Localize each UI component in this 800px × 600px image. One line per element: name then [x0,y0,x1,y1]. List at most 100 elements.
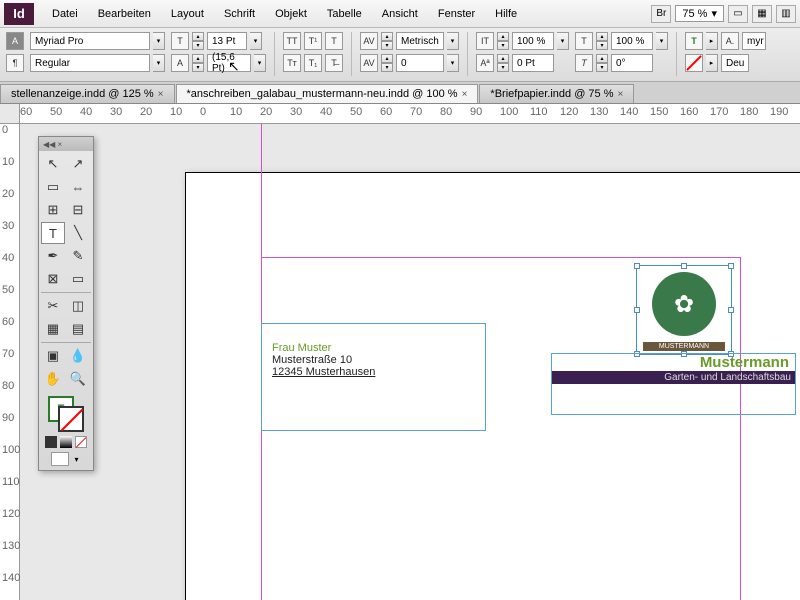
apply-color-icon[interactable] [45,436,57,448]
kerning-value[interactable]: Metrisch [396,32,444,50]
free-transform-tool[interactable]: ◫ [66,295,90,317]
no-fill-icon[interactable] [685,54,703,72]
gradient-swatch-tool[interactable]: ▦ [41,318,65,340]
scissors-tool[interactable]: ✂ [41,295,65,317]
style-search[interactable]: myr [742,32,766,50]
fill-stroke-swatch[interactable]: T [48,396,84,432]
menu-fenster[interactable]: Fenster [428,4,485,24]
skew-value[interactable]: 0° [611,54,653,72]
rectangle-tool[interactable]: ▭ [66,268,90,290]
direct-selection-tool[interactable]: ↗ [66,153,90,175]
vscale-value[interactable]: 100 % [512,32,554,50]
rectangle-frame-tool[interactable]: ⊠ [41,268,65,290]
skew-spinner[interactable]: ▴▾ [596,54,608,72]
chevron-down-icon[interactable]: ▾ [656,32,668,50]
close-icon[interactable]: × [618,89,624,100]
chevron-down-icon[interactable]: ▸ [706,54,718,72]
content-placer-tool[interactable]: ⊟ [66,199,90,221]
line-tool[interactable]: ╲ [66,222,90,244]
kerning-spinner[interactable]: ▴▾ [381,32,393,50]
gradient-feather-tool[interactable]: ▤ [66,318,90,340]
hscale-value[interactable]: 100 % [611,32,653,50]
font-size-icon: T [171,32,189,50]
smallcaps-icon[interactable]: Tᴛ [283,54,301,72]
baseline-value[interactable]: 0 Pt [512,54,554,72]
hscale-spinner[interactable]: ▴▾ [596,32,608,50]
chevron-down-icon[interactable]: ▾ [447,54,459,72]
char-color-icon[interactable]: T [685,32,703,50]
tracking-icon: AV [360,54,378,72]
tab-briefpapier[interactable]: *Briefpapier.indd @ 75 %× [479,84,634,103]
pencil-tool[interactable]: ✎ [66,245,90,267]
tracking-value[interactable]: 0 [396,54,444,72]
menu-layout[interactable]: Layout [161,4,214,24]
menu-objekt[interactable]: Objekt [265,4,317,24]
vscale-spinner[interactable]: ▴▾ [497,32,509,50]
lang-value[interactable]: Deu [721,54,749,72]
zoom-level[interactable]: 75 % ▾ [675,5,724,22]
underline-icon[interactable]: T [325,32,343,50]
toolbox-header[interactable]: ◀◀ × [39,137,93,151]
toolbox[interactable]: ◀◀ × ↖ ↗ ▭ ⇔ ⊞ ⊟ T ╲ ✒ ✎ ⊠ ▭ ✂ ◫ ▦ ▤ ▣ 💧… [38,136,94,471]
char-mode-icon[interactable]: A [6,32,24,50]
pen-tool[interactable]: ✒ [41,245,65,267]
zoom-tool[interactable]: 🔍 [66,368,90,390]
size-spinner[interactable]: ▴▾ [192,32,204,50]
hand-tool[interactable]: ✋ [41,368,65,390]
view-mode-icon[interactable]: ▭ [728,5,748,23]
apply-none-icon[interactable] [75,436,87,448]
address-text-frame[interactable]: Frau Muster Musterstraße 10 12345 Muster… [261,323,486,431]
brand-text-frame[interactable]: Mustermann Garten- und Landschaftsbau [551,353,796,415]
stroke-swatch[interactable] [58,406,84,432]
menu-bearbeiten[interactable]: Bearbeiten [88,4,161,24]
eyedropper-tool[interactable]: 💧 [66,345,90,367]
leading-spinner[interactable]: ▴▾ [192,54,204,72]
gap-tool[interactable]: ⇔ [66,176,90,198]
baseline-spinner[interactable]: ▴▾ [497,54,509,72]
font-style-field[interactable]: Regular ▾ [30,54,165,72]
chevron-down-icon[interactable]: ▾ [250,32,262,50]
menu-ansicht[interactable]: Ansicht [372,4,428,24]
content-collector-tool[interactable]: ⊞ [41,199,65,221]
logo-frame[interactable]: ✿ MUSTERMANN [636,265,732,355]
divider [274,32,275,76]
char-style-icon[interactable]: A. [721,32,739,50]
close-icon[interactable]: × [462,89,468,100]
apply-gradient-icon[interactable] [60,436,72,448]
menu-schrift[interactable]: Schrift [214,4,265,24]
type-tool[interactable]: T [41,222,65,244]
menu-tabelle[interactable]: Tabelle [317,4,372,24]
note-tool[interactable]: ▣ [41,345,65,367]
chevron-down-icon[interactable]: ▾ [557,32,569,50]
ruler-horizontal: 6050403020100102030405060708090100110120… [0,104,800,124]
tab-stellenanzeige[interactable]: stellenanzeige.indd @ 125 %× [0,84,175,103]
subscript-icon[interactable]: T₁ [304,54,322,72]
ruler-origin[interactable] [0,104,20,124]
tab-anschreiben[interactable]: *anschreiben_galabau_mustermann-neu.indd… [176,84,479,103]
chevron-down-icon[interactable]: ▸ [706,32,718,50]
bridge-icon[interactable]: Br [651,5,671,23]
view-mode-dropdown[interactable]: ▾ [72,452,82,466]
chevron-down-icon[interactable]: ▾ [254,54,266,72]
strike-icon[interactable]: T̶ [325,54,343,72]
leading-value[interactable]: (15,6 Pt) [207,54,251,72]
page-tool[interactable]: ▭ [41,176,65,198]
screen-mode-icon[interactable]: ▦ [752,5,772,23]
arrange-icon[interactable]: ▥ [776,5,796,23]
menu-hilfe[interactable]: Hilfe [485,4,527,24]
font-family-field[interactable]: Myriad Pro ▾ [30,32,165,50]
chevron-down-icon[interactable]: ▾ [447,32,459,50]
superscript-icon[interactable]: T¹ [304,32,322,50]
font-size-value[interactable]: 13 Pt [207,32,247,50]
selection-tool[interactable]: ↖ [41,153,65,175]
para-mode-icon[interactable]: ¶ [6,54,24,72]
allcaps-icon[interactable]: TT [283,32,301,50]
logo-band: MUSTERMANN [643,342,725,351]
vscale-icon: IT [476,32,494,50]
menu-bar: Id Datei Bearbeiten Layout Schrift Objek… [0,0,800,28]
tracking-spinner[interactable]: ▴▾ [381,54,393,72]
close-icon[interactable]: × [158,89,164,100]
normal-view-icon[interactable] [51,452,69,466]
canvas[interactable]: Frau Muster Musterstraße 10 12345 Muster… [20,124,800,600]
menu-datei[interactable]: Datei [42,4,88,24]
